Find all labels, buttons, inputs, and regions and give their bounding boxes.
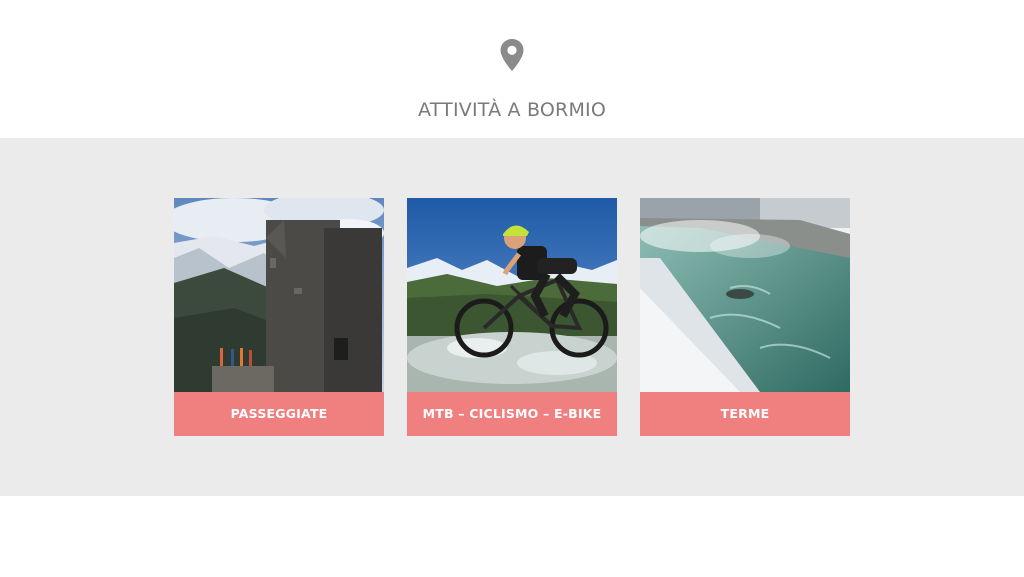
section-header: ATTIVITÀ A BORMIO: [0, 0, 1024, 138]
card-label-mtb[interactable]: MTB – CICLISMO – E-BIKE: [407, 392, 617, 436]
card-image-terme[interactable]: [640, 198, 850, 392]
card-mtb[interactable]: MTB – CICLISMO – E-BIKE: [407, 198, 617, 436]
card-image-mtb[interactable]: [407, 198, 617, 392]
card-terme[interactable]: TERME: [640, 198, 850, 436]
card-label-terme[interactable]: TERME: [640, 392, 850, 436]
card-image-passeggiate[interactable]: [174, 198, 384, 392]
card-label-passeggiate[interactable]: PASSEGGIATE: [174, 392, 384, 436]
map-pin-icon: [499, 38, 525, 72]
page-title: ATTIVITÀ A BORMIO: [417, 98, 607, 121]
card-passeggiate[interactable]: PASSEGGIATE: [174, 198, 384, 436]
